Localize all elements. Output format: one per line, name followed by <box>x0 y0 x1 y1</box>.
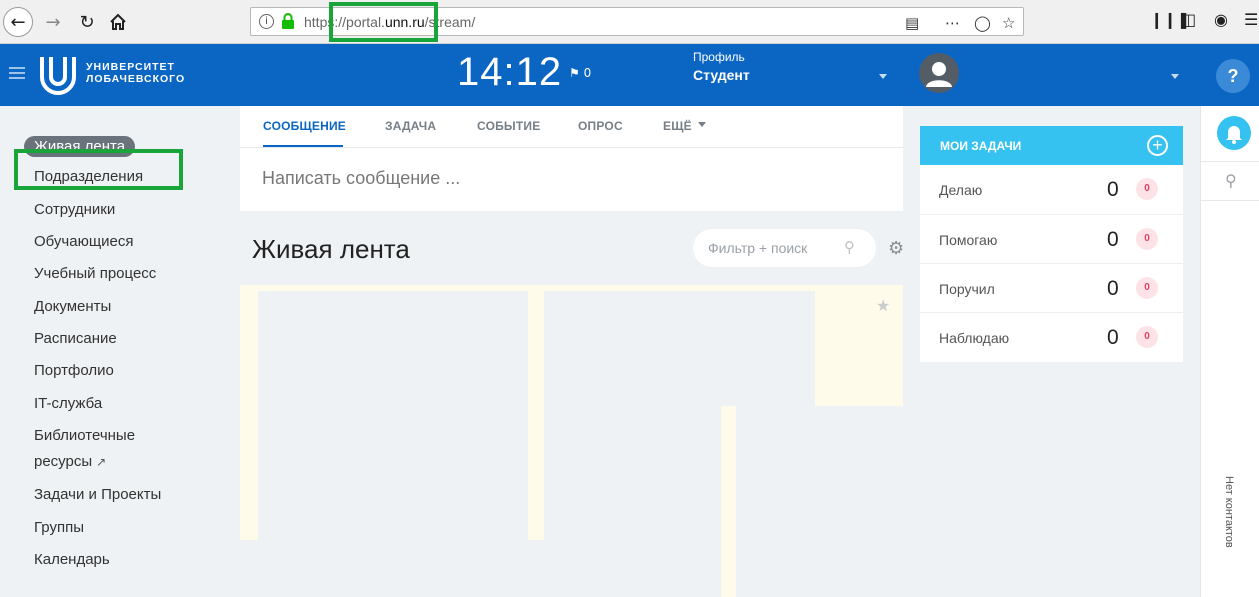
external-link-icon: ↗ <box>96 455 107 469</box>
contact-search-icon[interactable]: ⚲ <box>1225 171 1237 190</box>
task-row-helping[interactable]: Помогаю 0 0 <box>920 214 1183 263</box>
user-menu-chevron-down-icon[interactable] <box>1171 74 1179 79</box>
message-input[interactable]: Написать сообщение ... <box>262 168 460 189</box>
flag-counter[interactable]: ⚑ 0 <box>569 66 591 80</box>
hamburger-menu-icon[interactable] <box>9 67 25 79</box>
task-count: 0 <box>1107 178 1119 201</box>
search-icon[interactable]: ⚲ <box>844 238 855 256</box>
skeleton-block <box>258 291 528 597</box>
extension-icon[interactable]: ◉ <box>1214 10 1228 29</box>
university-name[interactable]: УНИВЕРСИТЕТ ЛОБАЧЕВСКОГО <box>86 61 185 85</box>
task-row-watching[interactable]: Наблюдаю 0 0 <box>920 312 1183 361</box>
menu-highlight-box <box>14 149 183 190</box>
profile-label: Профиль <box>693 50 745 64</box>
task-overdue-badge: 0 <box>1136 277 1158 299</box>
menu-item-employees[interactable]: Сотрудники <box>34 201 115 218</box>
menu-item-portfolio[interactable]: Портфолио <box>34 362 114 379</box>
tab-task[interactable]: ЗАДАЧА <box>385 119 436 133</box>
task-label: Поручил <box>939 281 995 297</box>
tasks-header: МОИ ЗАДАЧИ + <box>920 126 1183 165</box>
filter-placeholder: Фильтр + поиск <box>708 240 808 256</box>
portal-header: УНИВЕРСИТЕТ ЛОБАЧЕВСКОГО 14:12 ⚑ 0 Профи… <box>0 44 1259 106</box>
task-label: Наблюдаю <box>939 330 1010 346</box>
user-avatar[interactable] <box>919 53 959 93</box>
gear-icon[interactable]: ⚙ <box>888 238 904 259</box>
my-tasks-widget: МОИ ЗАДАЧИ + Делаю 0 0 Помогаю 0 0 Поруч… <box>920 126 1183 362</box>
back-arrow-icon[interactable]: ← <box>3 7 33 37</box>
reader-view-icon[interactable]: ▤ <box>905 14 919 32</box>
pocket-icon[interactable]: ◯ <box>974 14 991 32</box>
skeleton-block <box>240 540 258 597</box>
skeleton-block <box>528 540 544 597</box>
reload-icon[interactable]: ↻ <box>72 7 102 37</box>
task-label: Делаю <box>939 182 983 198</box>
filter-search-input[interactable]: Фильтр + поиск ⚲ <box>693 229 876 267</box>
skeleton-block <box>736 406 903 597</box>
feed-area <box>240 285 903 597</box>
skeleton-block <box>544 291 815 406</box>
more-chevron-down-icon <box>697 122 706 127</box>
task-overdue-badge: 0 <box>1136 178 1158 200</box>
menu-overflow-icon[interactable]: ☰ <box>1244 10 1258 29</box>
tasks-title[interactable]: МОИ ЗАДАЧИ <box>940 139 1021 153</box>
url-highlight-box <box>329 2 438 42</box>
page-title: Живая лента <box>252 234 410 264</box>
menu-item-schedule[interactable]: Расписание <box>34 330 117 347</box>
sidebar-divider <box>1201 200 1259 201</box>
menu-item-tasks-projects[interactable]: Задачи и Проекты <box>34 486 161 503</box>
sidebar-toggle-icon[interactable]: ◫ <box>1181 10 1196 29</box>
task-count: 0 <box>1107 228 1119 251</box>
bookmark-star-icon[interactable]: ☆ <box>1002 14 1015 32</box>
menu-item-students[interactable]: Обучающиеся <box>34 233 134 250</box>
tab-poll[interactable]: ОПРОС <box>578 119 623 133</box>
favorite-star-icon[interactable]: ★ <box>876 296 890 315</box>
menu-item-calendar[interactable]: Календарь <box>34 551 110 568</box>
task-overdue-badge: 0 <box>1136 228 1158 250</box>
user-silhouette-icon <box>926 62 952 87</box>
tab-event[interactable]: СОБЫТИЕ <box>477 119 540 133</box>
task-overdue-badge: 0 <box>1136 326 1158 348</box>
menu-item-library-resources[interactable]: ресурсы ↗ <box>34 453 106 470</box>
tab-message[interactable]: СООБЩЕНИЕ <box>263 119 346 133</box>
task-row-assigned[interactable]: Поручил 0 0 <box>920 263 1183 312</box>
task-count: 0 <box>1107 326 1119 349</box>
profile-chevron-down-icon[interactable] <box>879 74 887 79</box>
composer-divider <box>240 147 903 148</box>
bell-icon <box>1226 126 1242 144</box>
page-actions-icon[interactable]: ⋯ <box>945 14 960 32</box>
university-logo-icon[interactable] <box>38 53 78 95</box>
skeleton-block <box>544 406 721 597</box>
menu-item-documents[interactable]: Документы <box>34 298 111 315</box>
sidebar-divider <box>1201 161 1259 162</box>
add-task-button[interactable]: + <box>1147 135 1168 156</box>
info-icon[interactable]: i <box>259 14 274 29</box>
post-composer: СООБЩЕНИЕ ЗАДАЧА СОБЫТИЕ ОПРОС ЕЩЁ Напис… <box>240 106 903 211</box>
task-row-doing[interactable]: Делаю 0 0 <box>920 165 1183 214</box>
menu-item-it-service[interactable]: IT-служба <box>34 395 102 412</box>
no-contacts-label: Нет контактов <box>1223 476 1235 548</box>
task-label: Помогаю <box>939 232 998 248</box>
profile-selector[interactable]: Студент <box>693 67 750 83</box>
lock-icon <box>282 13 294 29</box>
tab-more[interactable]: ЕЩЁ <box>663 119 706 133</box>
forward-arrow-icon[interactable]: → <box>38 7 68 37</box>
menu-item-groups[interactable]: Группы <box>34 519 84 536</box>
help-button[interactable]: ? <box>1216 59 1250 93</box>
clock[interactable]: 14:12 <box>457 50 562 95</box>
home-icon[interactable] <box>103 7 133 37</box>
browser-toolbar: ← → ↻ i https://portal.unn.ru/stream/ ▤ … <box>0 0 1259 44</box>
notifications-bell-icon[interactable] <box>1217 116 1251 150</box>
menu-item-study-process[interactable]: Учебный процесс <box>34 265 156 282</box>
menu-item-library[interactable]: Библиотечные <box>34 427 135 444</box>
task-count: 0 <box>1107 277 1119 300</box>
